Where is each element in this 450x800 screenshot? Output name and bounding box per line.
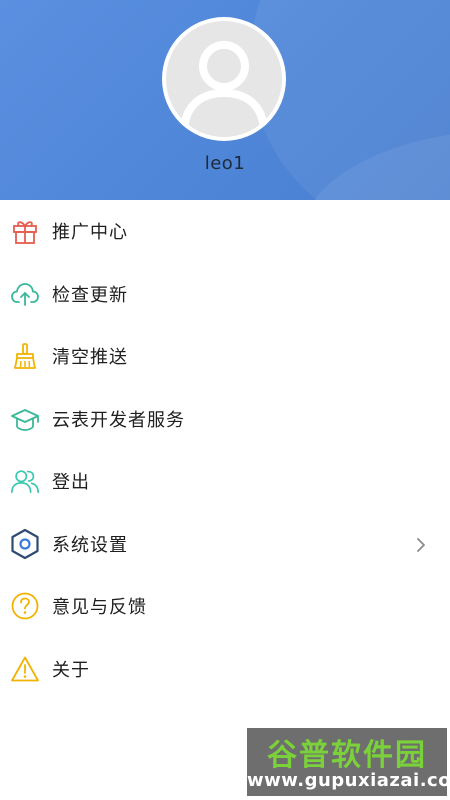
chevron-right-icon bbox=[414, 537, 428, 552]
menu-list: 推广中心 检查更新 清空推送 云表开发者服务 登出 系统设置 意见与反馈 关于 bbox=[0, 200, 450, 700]
menu-item-clear-push[interactable]: 清空推送 bbox=[0, 325, 450, 388]
watermark-title: 谷普软件园 bbox=[267, 738, 427, 773]
menu-item-developer-service[interactable]: 云表开发者服务 bbox=[0, 388, 450, 451]
question-circle-icon bbox=[10, 591, 40, 621]
users-icon bbox=[10, 466, 40, 496]
menu-item-label: 云表开发者服务 bbox=[52, 409, 185, 431]
watermark-url: www.gupuxiazai.com bbox=[247, 770, 447, 791]
broom-icon bbox=[10, 341, 40, 371]
menu-item-promotion-center[interactable]: 推广中心 bbox=[0, 200, 450, 263]
menu-item-label: 检查更新 bbox=[52, 284, 128, 306]
graduation-cap-icon bbox=[10, 404, 40, 434]
person-avatar-icon bbox=[166, 21, 282, 137]
menu-item-label: 清空推送 bbox=[52, 347, 128, 369]
menu-item-label: 系统设置 bbox=[52, 534, 128, 556]
menu-item-logout[interactable]: 登出 bbox=[0, 450, 450, 513]
menu-item-label: 关于 bbox=[52, 659, 90, 681]
menu-item-label: 登出 bbox=[52, 472, 90, 494]
cloud-upload-icon bbox=[10, 279, 40, 309]
menu-item-label: 推广中心 bbox=[52, 222, 128, 244]
hexagon-settings-icon bbox=[10, 528, 40, 559]
username: leo1 bbox=[204, 153, 246, 174]
menu-item-feedback[interactable]: 意见与反馈 bbox=[0, 575, 450, 638]
menu-item-system-settings[interactable]: 系统设置 bbox=[0, 513, 450, 576]
gift-icon bbox=[10, 216, 40, 246]
watermark: 谷普软件园 www.gupuxiazai.com bbox=[247, 728, 447, 796]
profile-header: leo1 bbox=[0, 0, 450, 200]
menu-item-about[interactable]: 关于 bbox=[0, 638, 450, 701]
avatar[interactable] bbox=[162, 17, 286, 141]
warning-triangle-icon bbox=[10, 654, 40, 684]
menu-item-check-update[interactable]: 检查更新 bbox=[0, 263, 450, 326]
menu-item-label: 意见与反馈 bbox=[52, 597, 147, 619]
